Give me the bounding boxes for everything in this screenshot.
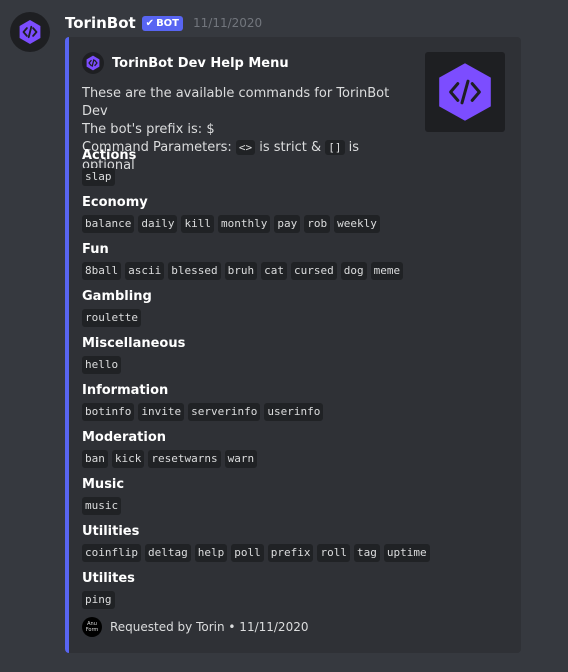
command-list: botinfo invite serverinfo userinfo — [82, 403, 502, 421]
field-name: Miscellaneous — [82, 336, 186, 351]
command-code: botinfo — [82, 403, 135, 421]
embed-footer: Anu Form Requested by Torin • 11/11/2020 — [82, 617, 308, 637]
embed-thumbnail[interactable] — [425, 52, 505, 132]
command-code: music — [82, 497, 122, 515]
command-code: bruh — [224, 262, 258, 280]
command-code: help — [194, 544, 228, 562]
username[interactable]: TorinBot — [65, 14, 136, 32]
field-name: Utilites — [82, 571, 135, 586]
command-code: userinfo — [264, 403, 324, 421]
command-list: ban kick resetwarns warn — [82, 450, 502, 468]
embed-field: Utilites ping — [82, 570, 502, 617]
command-code: uptime — [383, 544, 430, 562]
prefix-line: The bot's prefix is: $ — [82, 122, 215, 137]
embed-author-name: TorinBot Dev Help Menu — [112, 55, 289, 71]
command-code: balance — [82, 215, 135, 233]
requester-avatar: Anu Form — [82, 617, 102, 637]
field-name: Music — [82, 477, 125, 492]
message-header: TorinBot ✔ BOT 11/11/2020 — [65, 14, 262, 32]
command-code: invite — [138, 403, 185, 421]
command-code: meme — [370, 262, 404, 280]
embed-field: Utilities coinflip deltag help poll prefix rol… — [82, 523, 502, 570]
field-name: Utilities — [82, 524, 140, 539]
embed-field: Actions slap — [82, 147, 502, 194]
bot-badge-label: BOT — [156, 17, 180, 29]
command-code: dog — [340, 262, 367, 280]
help-embed: TorinBot Dev Help Menu These are the ava… — [65, 37, 521, 653]
command-list: balance daily kill monthly pay rob weekly — [82, 215, 502, 233]
command-code: weekly — [334, 215, 380, 233]
command-code: slap — [82, 168, 115, 186]
command-code: roulette — [82, 309, 141, 327]
timestamp: 11/11/2020 — [193, 16, 263, 30]
bot-badge: ✔ BOT — [141, 15, 184, 31]
code-logo-icon — [86, 55, 100, 71]
description-line: These are the available commands for Tor… — [82, 86, 390, 119]
embed-field: Miscellaneous hello — [82, 335, 502, 382]
command-code: daily — [138, 215, 178, 233]
command-code: hello — [82, 356, 122, 374]
embed-field: Information botinfo invite serverinfo userin… — [82, 382, 502, 429]
command-code: cat — [261, 262, 287, 280]
command-code: deltag — [144, 544, 191, 562]
command-code: kill — [181, 215, 214, 233]
command-code: warn — [224, 450, 258, 468]
embed-field: Music music — [82, 476, 502, 523]
command-code: 8ball — [82, 262, 122, 280]
embed-field: Fun 8ball ascii blessed bruh cat cursed dog meme — [82, 241, 502, 288]
checkmark-icon: ✔ — [145, 17, 155, 29]
command-code: ascii — [125, 262, 165, 280]
bot-avatar[interactable] — [10, 12, 50, 52]
command-list: hello — [82, 356, 502, 374]
command-code: pay — [274, 215, 301, 233]
command-code: blessed — [168, 262, 221, 280]
command-code: coinflip — [82, 544, 141, 562]
embed-author: TorinBot Dev Help Menu — [82, 52, 289, 74]
field-name: Gambling — [82, 289, 152, 304]
field-name: Information — [82, 383, 169, 398]
footer-text: Requested by Torin • 11/11/2020 — [110, 620, 309, 634]
code-logo-icon — [439, 63, 491, 121]
command-code: cursed — [290, 262, 337, 280]
embed-field: Economy balance daily kill monthly pay rob week… — [82, 194, 502, 241]
command-code: resetwarns — [148, 450, 221, 468]
footer-icon-text: Form — [85, 627, 99, 633]
embed-field: Gambling roulette — [82, 288, 502, 335]
command-code: kick — [111, 450, 145, 468]
command-list: coinflip deltag help poll prefix roll tag uptim… — [82, 544, 502, 562]
author-icon — [82, 52, 104, 74]
command-code: poll — [231, 544, 264, 562]
command-code: monthly — [217, 215, 271, 233]
command-code: prefix — [267, 544, 314, 562]
command-code: serverinfo — [188, 403, 261, 421]
command-list: 8ball ascii blessed bruh cat cursed dog meme — [82, 262, 502, 280]
command-code: tag — [353, 544, 380, 562]
field-name: Actions — [82, 148, 137, 163]
command-code: ping — [82, 591, 115, 609]
command-code: ban — [82, 450, 108, 468]
field-name: Moderation — [82, 430, 167, 445]
command-code: rob — [304, 215, 331, 233]
embed-fields: Actions slap Economy balance daily kill monthl… — [82, 147, 502, 617]
embed-field: Moderation ban kick resetwarns warn — [82, 429, 502, 476]
command-code: roll — [317, 544, 350, 562]
command-list: ping — [82, 591, 502, 609]
field-name: Economy — [82, 195, 148, 210]
command-list: slap — [82, 168, 502, 186]
command-list: roulette — [82, 309, 502, 327]
field-name: Fun — [82, 242, 109, 257]
command-list: music — [82, 497, 502, 515]
code-logo-icon — [19, 20, 41, 44]
